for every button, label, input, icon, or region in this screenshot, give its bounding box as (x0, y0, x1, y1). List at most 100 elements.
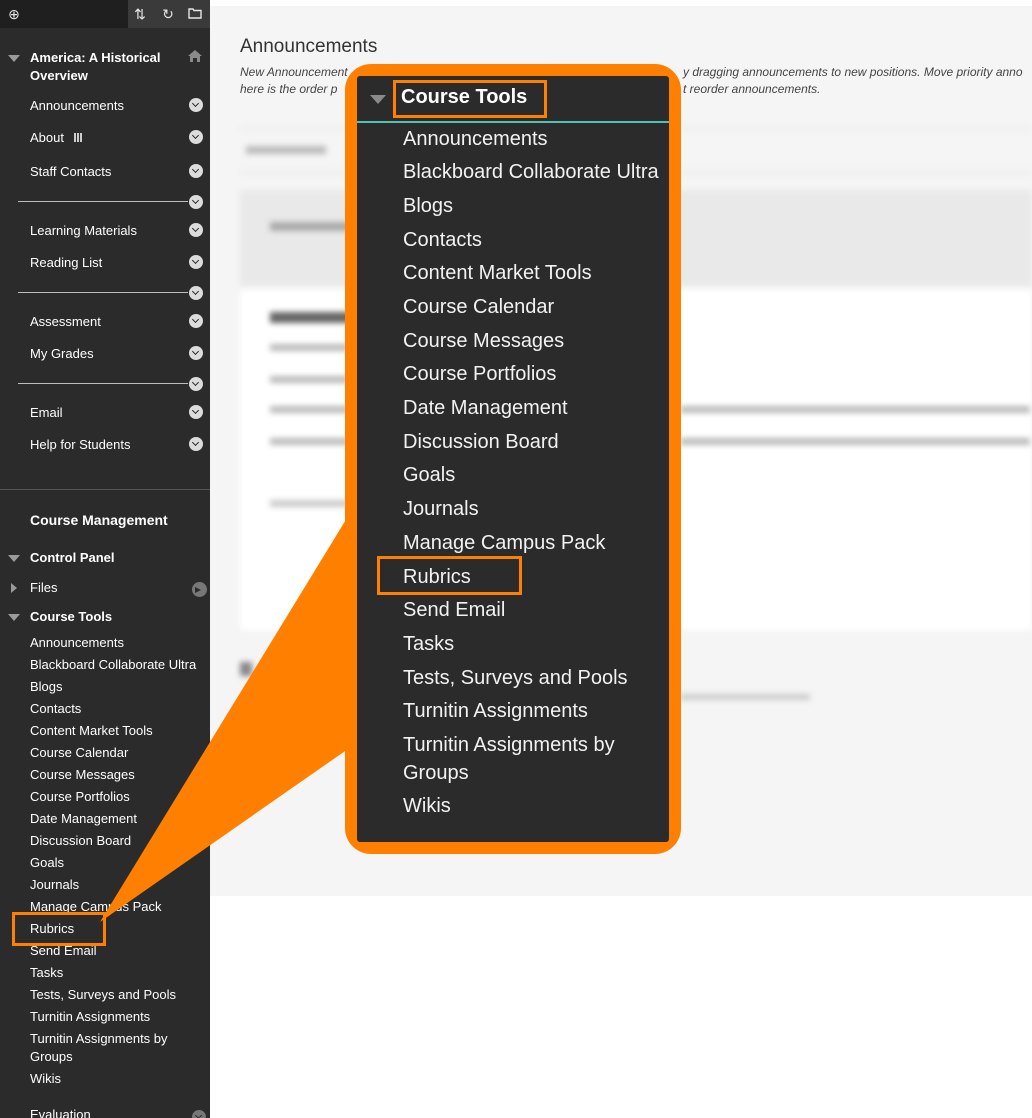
zoom-item-blackboard-collaborate-ultra[interactable]: Blackboard Collaborate Ultra (403, 158, 673, 186)
description-text: t reorder announcements. (683, 82, 821, 96)
sidebar-item-announcements[interactable]: Announcements (30, 98, 124, 114)
tool-contacts[interactable]: Contacts (30, 698, 208, 720)
section-divider (0, 489, 210, 490)
expand-triangle-icon[interactable] (11, 583, 17, 593)
sidebar-item-evaluation[interactable]: Evaluation (30, 1104, 208, 1118)
collapse-triangle-icon[interactable] (8, 614, 20, 621)
blurred-text (270, 406, 350, 413)
chevron-down-icon[interactable] (189, 437, 203, 451)
zoom-item-announcements[interactable]: Announcements (403, 125, 673, 153)
blurred-text (270, 376, 350, 383)
tool-date-management[interactable]: Date Management (30, 808, 208, 830)
sort-arrows-icon[interactable]: ⇅ (131, 5, 149, 23)
chevron-down-icon[interactable] (189, 377, 203, 391)
tool-wikis[interactable]: Wikis (30, 1068, 208, 1090)
sidebar-item-staff-contacts[interactable]: Staff Contacts (30, 164, 111, 180)
zoom-item-wikis[interactable]: Wikis (403, 792, 673, 820)
sidebar-item-help-for-students[interactable]: Help for Students (30, 437, 130, 453)
blurred-text (680, 438, 1030, 445)
tool-discussion-board[interactable]: Discussion Board (30, 830, 208, 852)
grid-icon (73, 133, 83, 142)
course-tools-heading[interactable]: Course Tools (30, 609, 112, 624)
blurred-text (270, 344, 350, 351)
collapse-triangle-icon[interactable] (8, 555, 20, 562)
collapse-triangle-icon[interactable] (8, 55, 20, 62)
blurred-text (270, 500, 350, 507)
rubrics-highlight-box (12, 912, 106, 946)
zoom-item-turnitin-assignments-by-groups[interactable]: Turnitin Assignments by Groups (403, 731, 643, 787)
tool-course-calendar[interactable]: Course Calendar (30, 742, 208, 764)
chevron-down-icon[interactable] (189, 314, 203, 328)
chevron-down-icon[interactable] (189, 346, 203, 360)
blurred-text (680, 694, 810, 700)
sidebar-item-reading-list[interactable]: Reading List (30, 255, 102, 271)
tool-journals[interactable]: Journals (30, 874, 208, 896)
sidebar-item-assessment[interactable]: Assessment (30, 314, 101, 330)
rubrics-zoom-highlight-box (377, 556, 522, 595)
menu-divider (18, 201, 188, 202)
chevron-down-icon[interactable] (189, 223, 203, 237)
zoom-item-tasks[interactable]: Tasks (403, 630, 673, 658)
course-sidebar: ⊕ ⇅ ↻ America: A Historical Overview Ann… (0, 0, 210, 1118)
control-panel-heading[interactable]: Control Panel (30, 550, 115, 565)
menu-divider (18, 383, 188, 384)
zoom-item-course-portfolios[interactable]: Course Portfolios (403, 360, 673, 388)
blurred-text (270, 438, 350, 445)
zoom-item-course-messages[interactable]: Course Messages (403, 327, 673, 355)
zoom-item-course-calendar[interactable]: Course Calendar (403, 293, 673, 321)
zoom-item-discussion-board[interactable]: Discussion Board (403, 428, 673, 456)
chevron-down-icon[interactable] (189, 405, 203, 419)
chevron-down-icon[interactable] (192, 1110, 206, 1118)
zoom-item-content-market-tools[interactable]: Content Market Tools (403, 259, 673, 287)
chevron-down-icon[interactable] (189, 255, 203, 269)
chevron-down-icon[interactable] (189, 98, 203, 112)
zoom-item-turnitin-assignments[interactable]: Turnitin Assignments (403, 697, 673, 725)
menu-divider (18, 292, 188, 293)
course-title[interactable]: America: A Historical Overview (30, 49, 180, 85)
sidebar-item-files[interactable]: Files (30, 580, 57, 596)
tool-turnitin-assignments[interactable]: Turnitin Assignments (30, 1006, 208, 1028)
arrow-right-icon[interactable] (192, 582, 207, 597)
zoom-header: Course Tools (357, 76, 669, 123)
blurred-text (680, 406, 1030, 413)
tool-course-portfolios[interactable]: Course Portfolios (30, 786, 208, 808)
tool-tasks[interactable]: Tasks (30, 962, 208, 984)
folder-icon[interactable] (186, 5, 204, 23)
zoom-item-goals[interactable]: Goals (403, 461, 673, 489)
zoom-item-manage-campus-pack[interactable]: Manage Campus Pack (403, 529, 673, 557)
sidebar-item-email[interactable]: Email (30, 405, 63, 421)
chevron-down-icon[interactable] (189, 130, 203, 144)
heading-highlight-box (393, 80, 547, 118)
tool-course-messages[interactable]: Course Messages (30, 764, 208, 786)
sidebar-item-label: About (30, 130, 64, 145)
zoom-panel: Course Tools Announcements Blackboard Co… (357, 76, 669, 842)
zoom-item-blogs[interactable]: Blogs (403, 192, 673, 220)
chevron-down-icon[interactable] (189, 286, 203, 300)
page-title: Announcements (240, 36, 378, 57)
blurred-toolbar-button (246, 146, 326, 154)
tool-announcements[interactable]: Announcements (30, 632, 208, 654)
zoom-item-contacts[interactable]: Contacts (403, 226, 673, 254)
description-text: y dragging announcements to new position… (683, 65, 1023, 79)
tool-blackboard-collaborate-ultra[interactable]: Blackboard Collaborate Ultra (30, 654, 208, 676)
home-icon[interactable] (187, 49, 203, 63)
sidebar-item-learning-materials[interactable]: Learning Materials (30, 223, 137, 239)
tool-turnitin-assignments-by-groups[interactable]: Turnitin Assignments by Groups (30, 1028, 208, 1066)
plus-circle-icon[interactable]: ⊕ (5, 5, 23, 23)
refresh-icon[interactable]: ↻ (159, 5, 177, 23)
chevron-down-icon[interactable] (189, 164, 203, 178)
collapse-triangle-icon (370, 95, 386, 104)
zoom-item-tests-surveys-pools[interactable]: Tests, Surveys and Pools (403, 664, 673, 692)
tool-blogs[interactable]: Blogs (30, 676, 208, 698)
tool-content-market-tools[interactable]: Content Market Tools (30, 720, 208, 742)
sidebar-item-about[interactable]: About (30, 130, 83, 146)
sidebar-item-my-grades[interactable]: My Grades (30, 346, 94, 362)
zoom-item-journals[interactable]: Journals (403, 495, 673, 523)
description-text: here is the order p (240, 82, 338, 96)
zoom-item-send-email[interactable]: Send Email (403, 596, 673, 624)
tool-tests-surveys-pools[interactable]: Tests, Surveys and Pools (30, 984, 208, 1006)
tool-goals[interactable]: Goals (30, 852, 208, 874)
zoom-item-date-management[interactable]: Date Management (403, 394, 673, 422)
blurred-icon (240, 662, 252, 676)
chevron-down-icon[interactable] (189, 195, 203, 209)
